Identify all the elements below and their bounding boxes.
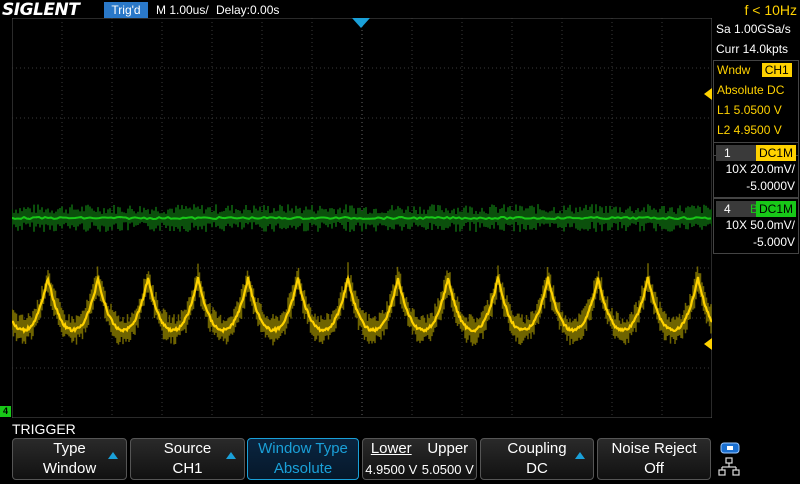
ch1-offset-marker[interactable]: [704, 338, 712, 350]
ch1-number: 1: [724, 146, 731, 160]
trigger-status-badge: Trig'd: [104, 2, 148, 18]
right-info-panel: Sa 1.00GSa/s Curr 14.0kpts Wndw CH1 Abso…: [713, 20, 800, 420]
ch1-coupling-badge: DC1M: [755, 145, 796, 161]
frequency-readout: f < 10Hz: [744, 2, 797, 18]
coupling-value: DC: [526, 460, 548, 477]
source-value: CH1: [172, 460, 203, 477]
ch4-number: 4: [724, 202, 731, 216]
upper-label: Upper: [427, 440, 469, 457]
coupling-softkey[interactable]: Coupling DC: [480, 438, 594, 480]
ch4-coupling-badge: DC1M: [755, 201, 796, 217]
delay-readout: Delay:0.00s: [216, 3, 280, 17]
upper-level[interactable]: Upper 5.0500 V: [420, 439, 477, 479]
type-value: Window: [42, 460, 97, 477]
softkey-bar: Type Window Source CH1 Window Type Absol…: [0, 438, 800, 480]
memory-depth: Curr 14.0kpts: [716, 42, 789, 56]
upper-value: 5.0500 V: [421, 462, 474, 477]
window-label: Wndw: [717, 63, 751, 77]
level-l1: L1 5.0500 V: [717, 103, 782, 117]
lower-value: 4.9500 V: [365, 462, 418, 477]
status-icons: [718, 441, 748, 479]
window-type-value: Absolute: [273, 460, 333, 477]
ch1-offset: -5.0000V: [746, 179, 795, 193]
timebase-readout: M 1.00us/: [156, 3, 209, 17]
status-bar: SIGLENT Trig'd M 1.00us/ Delay:0.00s f <…: [0, 0, 800, 20]
source-softkey[interactable]: Source CH1: [130, 438, 245, 480]
graticule: [12, 18, 712, 418]
noise-reject-label: Noise Reject: [611, 440, 697, 457]
ch4-offset: -5.000V: [752, 235, 795, 249]
ch4-scale: 10X 50.0mV/: [725, 218, 795, 232]
sample-rate: Sa 1.00GSa/s: [716, 22, 791, 36]
network-icon: [718, 457, 740, 476]
usb-icon: [720, 442, 740, 454]
window-type-label: Window Type: [258, 440, 348, 457]
menu-arrow-icon: [226, 452, 236, 459]
waveform-display[interactable]: [12, 18, 712, 418]
window-source-badge: CH1: [761, 63, 792, 77]
menu-title: TRIGGER: [12, 421, 76, 437]
lower-label: Lower: [370, 440, 412, 457]
type-softkey[interactable]: Type Window: [12, 438, 127, 480]
lower-level[interactable]: Lower 4.9500 V: [363, 439, 420, 479]
ch1-scale: 10X 20.0mV/: [725, 162, 795, 176]
noise-reject-value: Off: [644, 460, 664, 477]
menu-arrow-icon: [575, 452, 585, 459]
window-mode: Absolute DC: [717, 83, 785, 97]
trigger-level-upper-marker[interactable]: [704, 88, 712, 100]
trigger-position-marker[interactable]: [352, 18, 370, 28]
brand-logo: SIGLENT: [2, 0, 80, 20]
lower-upper-softkey[interactable]: Lower 4.9500 V Upper 5.0500 V: [362, 438, 477, 480]
ch4-info[interactable]: 4 B DC1M 10X 50.0mV/ -5.000V: [713, 198, 799, 254]
noise-reject-softkey[interactable]: Noise Reject Off: [597, 438, 711, 480]
window-type-softkey[interactable]: Window Type Absolute: [247, 438, 359, 480]
menu-arrow-icon: [108, 452, 118, 459]
ch4-ground-marker[interactable]: 4: [0, 406, 11, 417]
ch1-info[interactable]: 1 DC1M 10X 20.0mV/ -5.0000V: [713, 142, 799, 198]
level-l2: L2 4.9500 V: [717, 123, 782, 137]
